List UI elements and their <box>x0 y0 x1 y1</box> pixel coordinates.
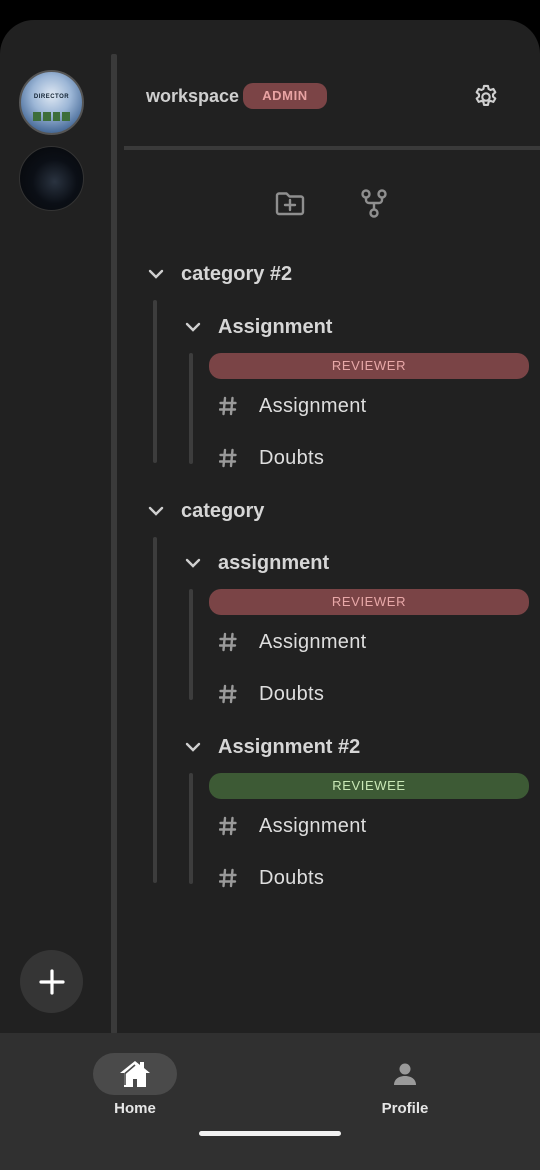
nav-profile[interactable]: Profile <box>270 1033 540 1133</box>
home-indicator-bar <box>199 1131 341 1136</box>
role-badge-reviewer: REVIEWER <box>209 353 529 379</box>
chevron-down-icon <box>185 322 201 332</box>
workspace-name: workspace <box>146 86 240 106</box>
category-header[interactable]: category #2 <box>145 256 292 292</box>
channel-group-label: assignment <box>218 551 330 574</box>
chevron-down-icon <box>185 742 201 752</box>
hash-icon <box>219 448 237 468</box>
category-header[interactable]: category <box>145 493 264 529</box>
channel-label: Assignment <box>259 814 367 837</box>
hash-icon <box>219 632 237 652</box>
channel-group-label: Assignment #2 <box>218 735 361 758</box>
channel-item[interactable]: Doubts <box>218 861 324 895</box>
avatar-image-strip <box>33 112 70 121</box>
bottom-navigation: Home Profile <box>0 1033 540 1170</box>
header-divider <box>124 146 540 150</box>
channel-item[interactable]: Assignment <box>218 389 367 423</box>
channel-item[interactable]: Assignment <box>218 809 367 843</box>
category-label: category <box>181 499 265 522</box>
channel-item[interactable]: Doubts <box>218 677 324 711</box>
channel-item[interactable]: Doubts <box>218 441 324 475</box>
channel-group-label: Assignment <box>218 315 333 338</box>
category-tree-line <box>153 537 157 883</box>
nav-home[interactable]: Home <box>0 1033 270 1133</box>
plus-icon <box>38 968 65 995</box>
chevron-down-icon <box>148 269 164 279</box>
workspace-header: workspace ADMIN <box>124 20 540 147</box>
nav-home-indicator <box>93 1053 177 1095</box>
channel-group-header[interactable]: assignment <box>182 545 329 581</box>
channel-label: Doubts <box>259 682 325 705</box>
person-icon <box>394 1063 416 1085</box>
hash-icon <box>219 868 237 888</box>
fork-icon[interactable] <box>357 186 391 220</box>
chevron-down-icon <box>148 506 164 516</box>
home-icon <box>120 1061 150 1087</box>
workspace-rail: DIRECTOR <box>0 20 110 1033</box>
channel-label: Doubts <box>259 446 325 469</box>
group-tree-line <box>189 589 193 700</box>
channel-label: Assignment <box>259 630 367 653</box>
workspace-avatar-1[interactable]: DIRECTOR <box>19 70 84 135</box>
nav-home-label: Home <box>114 1100 156 1117</box>
group-tree-line <box>189 353 193 464</box>
chevron-down-icon <box>185 558 201 568</box>
group-tree-line <box>189 773 193 884</box>
app-screen: DIRECTOR workspace ADMIN category #2 Ass… <box>0 20 540 1170</box>
rail-divider <box>111 54 117 1034</box>
gear-icon[interactable] <box>472 83 500 111</box>
channel-group-header[interactable]: Assignment <box>182 309 332 345</box>
add-workspace-button[interactable] <box>20 950 83 1013</box>
role-badge-reviewee: REVIEWEE <box>209 773 529 799</box>
workspace-avatar-caption: DIRECTOR <box>33 94 70 100</box>
role-badge-reviewer: REVIEWER <box>209 589 529 615</box>
channel-label: Assignment <box>259 394 367 417</box>
channel-label: Doubts <box>259 866 325 889</box>
nav-profile-label: Profile <box>381 1100 429 1117</box>
channel-group-header[interactable]: Assignment #2 <box>182 729 360 765</box>
hash-icon <box>219 684 237 704</box>
hash-icon <box>219 396 237 416</box>
admin-badge: ADMIN <box>243 83 327 109</box>
hash-icon <box>219 816 237 836</box>
category-label: category #2 <box>181 262 293 285</box>
folder-plus-icon[interactable] <box>273 186 307 220</box>
category-tree-line <box>153 300 157 463</box>
workspace-avatar-2[interactable] <box>19 146 84 211</box>
channel-item[interactable]: Assignment <box>218 625 367 659</box>
